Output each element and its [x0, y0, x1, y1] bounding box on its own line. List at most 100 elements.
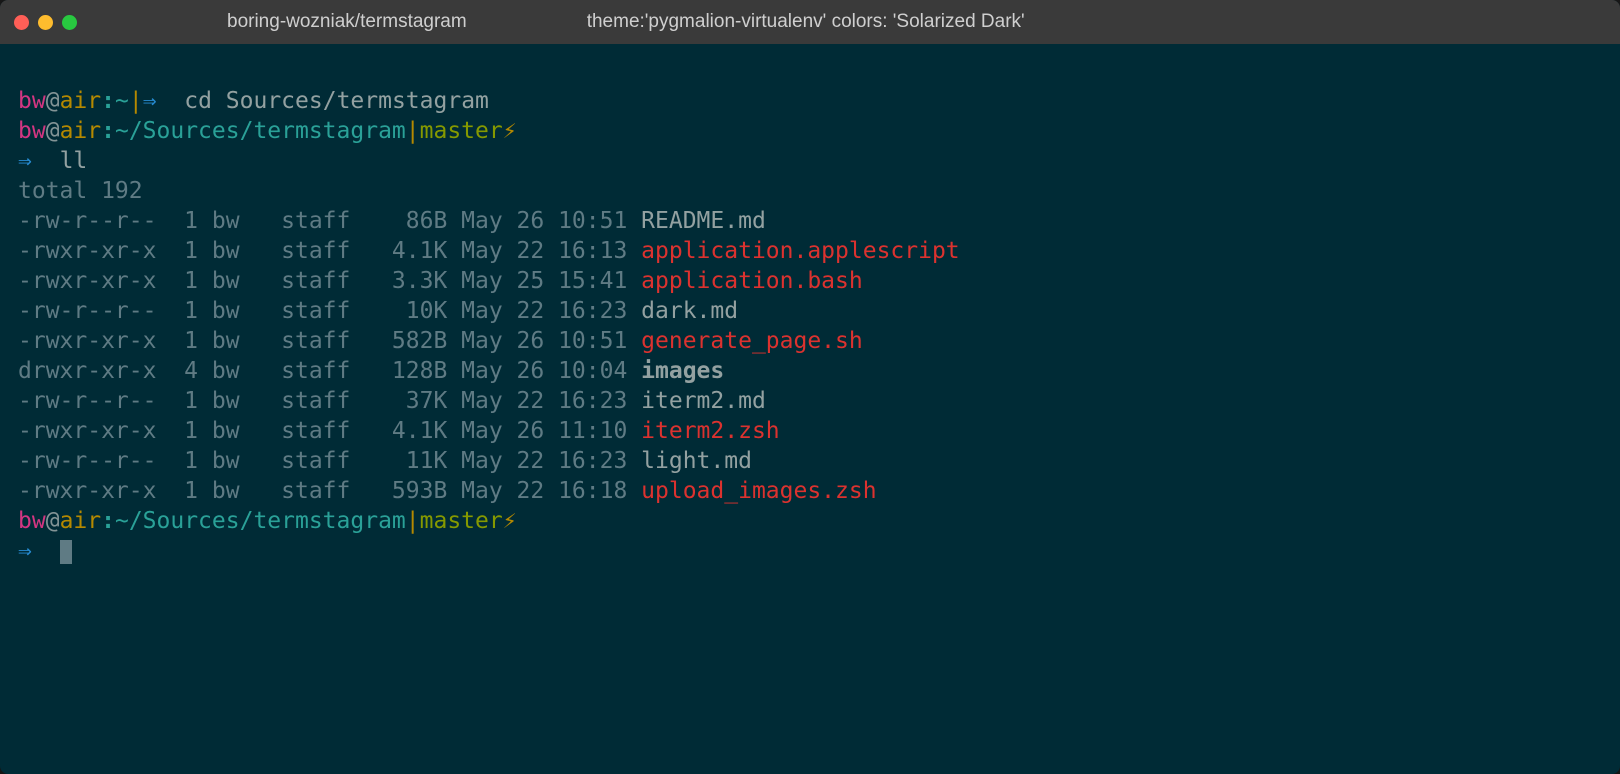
- file-group: staff: [281, 298, 364, 324]
- file-name: README.md: [641, 208, 766, 234]
- prompt-at: @: [46, 508, 60, 534]
- file-perm: -rwxr-xr-x: [18, 418, 156, 444]
- file-size: 3.3K: [364, 268, 461, 294]
- file-group: staff: [281, 418, 364, 444]
- file-size: 582B: [364, 328, 461, 354]
- lightning-icon: ⚡: [503, 508, 517, 534]
- file-name: generate_page.sh: [641, 328, 863, 354]
- prompt-pipe: |: [129, 88, 143, 114]
- file-owner: bw: [212, 298, 281, 324]
- terminal-body[interactable]: bw@air:~|⇒ cd Sources/termstagram bw@air…: [0, 44, 1620, 608]
- prompt-colon: :: [101, 118, 115, 144]
- file-links: 1: [156, 238, 211, 264]
- maximize-icon[interactable]: [62, 15, 77, 30]
- file-size: 37K: [364, 388, 461, 414]
- file-date: May 22 16:23: [461, 388, 641, 414]
- window-title-project: boring-wozniak/termstagram: [227, 11, 467, 33]
- file-owner: bw: [212, 328, 281, 354]
- file-perm: -rw-r--r--: [18, 448, 156, 474]
- file-date: May 22 16:23: [461, 298, 641, 324]
- prompt-arrow: ⇒: [18, 538, 32, 564]
- file-name: dark.md: [641, 298, 738, 324]
- minimize-icon[interactable]: [38, 15, 53, 30]
- prompt-path: ~/Sources/termstagram: [115, 118, 406, 144]
- prompt-user: bw: [18, 88, 46, 114]
- window-title-theme: theme:'pygmalion-virtualenv' colors: 'So…: [587, 11, 1025, 33]
- file-owner: bw: [212, 238, 281, 264]
- prompt-pipe: |: [406, 508, 420, 534]
- prompt-user: bw: [18, 118, 46, 144]
- file-owner: bw: [212, 388, 281, 414]
- file-date: May 22 16:13: [461, 238, 641, 264]
- prompt-pipe: |: [406, 118, 420, 144]
- file-perm: -rwxr-xr-x: [18, 268, 156, 294]
- lightning-icon: ⚡: [503, 118, 517, 144]
- file-date: May 25 15:41: [461, 268, 641, 294]
- prompt-host: air: [60, 118, 102, 144]
- prompt-branch: master: [420, 508, 503, 534]
- file-size: 10K: [364, 298, 461, 324]
- terminal-window: boring-wozniak/termstagram theme:'pygmal…: [0, 0, 1620, 774]
- file-date: May 22 16:23: [461, 448, 641, 474]
- prompt-line-1: bw@air:~|⇒ cd Sources/termstagram: [18, 88, 489, 114]
- file-owner: bw: [212, 418, 281, 444]
- file-date: May 26 10:51: [461, 328, 641, 354]
- file-size: 86B: [364, 208, 461, 234]
- file-name: iterm2.md: [641, 388, 766, 414]
- prompt-path: ~/Sources/termstagram: [115, 508, 406, 534]
- prompt-host: air: [60, 88, 102, 114]
- file-size: 11K: [364, 448, 461, 474]
- file-name: images: [641, 358, 724, 384]
- file-group: staff: [281, 328, 364, 354]
- file-links: 1: [156, 268, 211, 294]
- command-text: cd Sources/termstagram: [184, 88, 489, 114]
- titlebar[interactable]: boring-wozniak/termstagram theme:'pygmal…: [0, 0, 1620, 44]
- prompt-at: @: [46, 88, 60, 114]
- cursor: [60, 540, 72, 564]
- file-perm: drwxr-xr-x: [18, 358, 156, 384]
- file-group: staff: [281, 208, 364, 234]
- prompt-path-home: ~: [115, 88, 129, 114]
- file-owner: bw: [212, 478, 281, 504]
- file-perm: -rwxr-xr-x: [18, 328, 156, 354]
- file-group: staff: [281, 388, 364, 414]
- file-size: 4.1K: [364, 418, 461, 444]
- file-perm: -rw-r--r--: [18, 298, 156, 324]
- prompt-arrow: ⇒: [18, 148, 32, 174]
- prompt-colon: :: [101, 508, 115, 534]
- file-group: staff: [281, 448, 364, 474]
- file-name: iterm2.zsh: [641, 418, 779, 444]
- file-perm: -rw-r--r--: [18, 208, 156, 234]
- file-group: staff: [281, 268, 364, 294]
- file-size: 128B: [364, 358, 461, 384]
- file-links: 1: [156, 298, 211, 324]
- file-links: 1: [156, 208, 211, 234]
- file-date: May 22 16:18: [461, 478, 641, 504]
- file-perm: -rw-r--r--: [18, 388, 156, 414]
- close-icon[interactable]: [14, 15, 29, 30]
- prompt-at: @: [46, 118, 60, 144]
- listing-total: total 192: [18, 178, 143, 204]
- file-owner: bw: [212, 448, 281, 474]
- file-date: May 26 11:10: [461, 418, 641, 444]
- file-group: staff: [281, 238, 364, 264]
- file-links: 4: [156, 358, 211, 384]
- command-text: ll: [60, 148, 88, 174]
- file-name: application.applescript: [641, 238, 960, 264]
- file-group: staff: [281, 358, 364, 384]
- file-owner: bw: [212, 358, 281, 384]
- file-date: May 26 10:04: [461, 358, 641, 384]
- prompt-branch: master: [420, 118, 503, 144]
- prompt-user: bw: [18, 508, 46, 534]
- file-date: May 26 10:51: [461, 208, 641, 234]
- file-owner: bw: [212, 268, 281, 294]
- file-owner: bw: [212, 208, 281, 234]
- file-size: 593B: [364, 478, 461, 504]
- file-links: 1: [156, 478, 211, 504]
- file-name: application.bash: [641, 268, 863, 294]
- prompt-colon: :: [101, 88, 115, 114]
- file-perm: -rwxr-xr-x: [18, 478, 156, 504]
- file-perm: -rwxr-xr-x: [18, 238, 156, 264]
- file-name: light.md: [641, 448, 752, 474]
- traffic-lights: [14, 15, 77, 30]
